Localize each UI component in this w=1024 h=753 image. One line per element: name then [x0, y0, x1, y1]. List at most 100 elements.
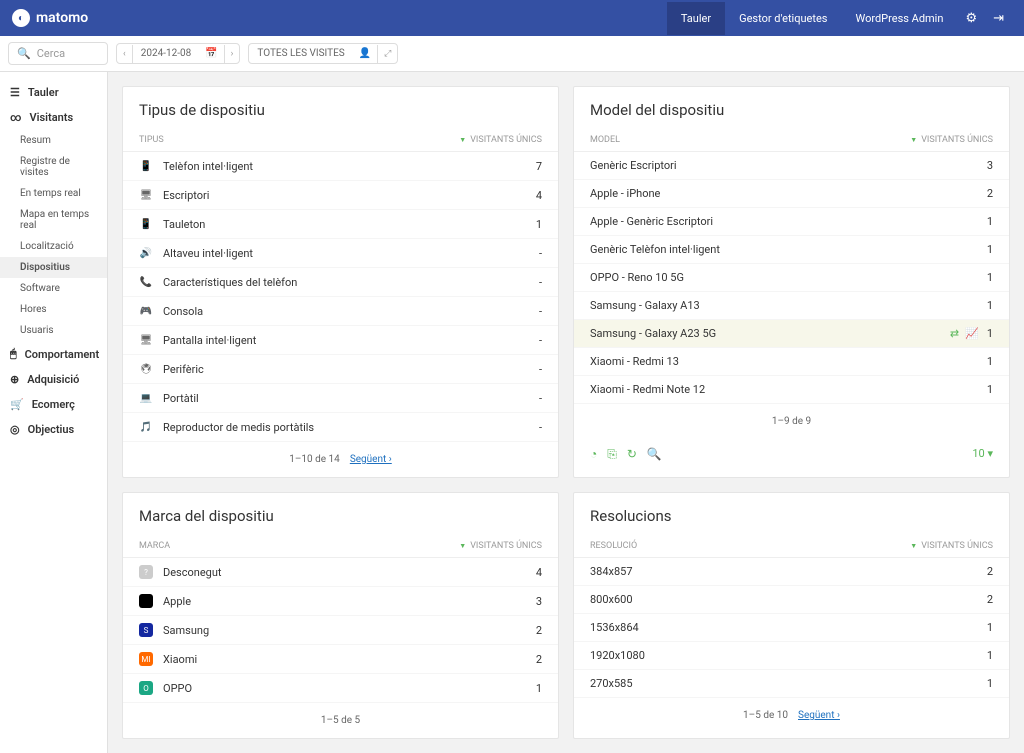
logout-icon[interactable]: ⇥	[985, 5, 1012, 32]
row-value: 2	[987, 187, 993, 200]
table-row[interactable]: 270x5851	[574, 670, 1009, 698]
sort-icon[interactable]: ▼	[910, 136, 917, 144]
row-label: Genèric Escriptori	[590, 159, 677, 172]
chart-icon[interactable]: ◔	[590, 447, 597, 462]
row-label: Apple - Genèric Escriptori	[590, 215, 713, 228]
date-next-icon[interactable]: ›	[224, 45, 240, 63]
segment-expand-icon[interactable]: ⤢	[377, 45, 397, 63]
row-value: 1	[987, 383, 993, 396]
table-row[interactable]: 📱Telèfon intel·ligent7	[123, 152, 558, 181]
table-row[interactable]: Xiaomi - Redmi 131	[574, 348, 1009, 376]
metric-header[interactable]: VISITANTS ÚNICS	[470, 541, 542, 551]
card-marca: Marca del dispositiu MARCA ▼VISITANTS ÚN…	[122, 492, 559, 739]
table-row[interactable]: 🖥Pantalla intel·ligent-	[123, 326, 558, 355]
sidebar-comportament[interactable]: 🖱Comportament	[0, 341, 107, 367]
segment-value[interactable]: TOTES LES VISITES	[249, 44, 352, 63]
search-placeholder: Cerca	[37, 47, 65, 60]
row-label: Reproductor de medis portàtils	[163, 421, 314, 434]
date-selector[interactable]: ‹ 2024-12-08 📅 ›	[116, 43, 240, 64]
pager-range: 1–5 de 10	[743, 710, 788, 721]
sidebar-resum[interactable]: Resum	[0, 130, 107, 151]
row-value: -	[539, 334, 542, 347]
search-icon[interactable]: 🔍	[647, 447, 662, 462]
sidebar-local[interactable]: Localització	[0, 236, 107, 257]
sidebar-mapa[interactable]: Mapa en temps real	[0, 204, 107, 236]
row-label: Característiques del telèfon	[163, 276, 297, 289]
table-row[interactable]: Genèric Escriptori3	[574, 152, 1009, 180]
nav-wp[interactable]: WordPress Admin	[841, 2, 957, 35]
sidebar-tauler[interactable]: ☰Tauler	[0, 80, 107, 105]
table-row[interactable]: OPPO - Reno 10 5G1	[574, 264, 1009, 292]
date-prev-icon[interactable]: ‹	[117, 45, 133, 63]
table-row[interactable]: 800x6002	[574, 586, 1009, 614]
nav-tauler[interactable]: Tauler	[667, 2, 725, 35]
row-limit[interactable]: 10 ▾	[972, 447, 993, 462]
sidebar-objectius[interactable]: ◎Objectius	[0, 417, 107, 442]
table-row[interactable]: 1920x10801	[574, 642, 1009, 670]
card-title: Resolucions	[574, 493, 1009, 535]
row-label: Apple	[163, 595, 191, 608]
sidebar-registre[interactable]: Registre de visites	[0, 151, 107, 183]
pager-next[interactable]: Següent ›	[798, 710, 840, 721]
segment-selector[interactable]: TOTES LES VISITES 👤 ⤢	[248, 43, 398, 64]
sidebar-software[interactable]: Software	[0, 278, 107, 299]
sort-icon[interactable]: ▼	[910, 542, 917, 550]
nav-gestor[interactable]: Gestor d'etiquetes	[725, 2, 841, 35]
evolution-icon[interactable]: 📈	[965, 327, 979, 340]
table-row[interactable]: 🎮Consola-	[123, 297, 558, 326]
sort-icon[interactable]: ▼	[459, 542, 466, 550]
refresh-icon[interactable]: ↻	[627, 447, 637, 462]
row-label: Xiaomi	[163, 653, 197, 666]
pager-range: 1–10 de 14	[289, 454, 340, 465]
table-row[interactable]: 📞Característiques del telèfon-	[123, 268, 558, 297]
metric-header[interactable]: VISITANTS ÚNICS	[470, 135, 542, 145]
pager-range: 1–9 de 9	[772, 416, 811, 427]
row-label: Altaveu intel·ligent	[163, 247, 253, 260]
row-label: Apple - iPhone	[590, 187, 660, 200]
sidebar-adquisicio[interactable]: ⊕Adquisició	[0, 367, 107, 392]
pager-next[interactable]: Següent ›	[350, 454, 392, 465]
sidebar-usuaris[interactable]: Usuaris	[0, 320, 107, 341]
sidebar-dispositius[interactable]: Dispositius	[0, 257, 107, 278]
table-row[interactable]: OOPPO1	[123, 674, 558, 703]
sidebar-hores[interactable]: Hores	[0, 299, 107, 320]
row-label: Tauleton	[163, 218, 205, 231]
table-row[interactable]: 1536x8641	[574, 614, 1009, 642]
table-row[interactable]: 384x8572	[574, 558, 1009, 586]
row-label: 1920x1080	[590, 649, 645, 662]
table-row[interactable]: SSamsung2	[123, 616, 558, 645]
table-row[interactable]: 🖥Escriptori4	[123, 181, 558, 210]
table-row[interactable]: ?Desconegut4	[123, 558, 558, 587]
device-icon: 📱	[139, 217, 153, 231]
card-resolucions: Resolucions RESOLUCIÓ ▼VISITANTS ÚNICS 3…	[573, 492, 1010, 739]
sidebar-temps-real[interactable]: En temps real	[0, 183, 107, 204]
table-row[interactable]: Apple - iPhone 2	[574, 180, 1009, 208]
date-value[interactable]: 2024-12-08	[133, 44, 200, 63]
metric-header[interactable]: VISITANTS ÚNICS	[921, 541, 993, 551]
sidebar-ecomerc[interactable]: 🛒Ecomerç	[0, 392, 107, 417]
table-row[interactable]: 📱Tauleton1	[123, 210, 558, 239]
row-value: 1	[987, 621, 993, 634]
sidebar-visitants[interactable]: ∞Visitants	[0, 105, 107, 130]
row-value: -	[539, 276, 542, 289]
table-row[interactable]: Xiaomi - Redmi Note 121	[574, 376, 1009, 404]
table-row[interactable]: Apple3	[123, 587, 558, 616]
table-row[interactable]: Samsung - Galaxy A131	[574, 292, 1009, 320]
export-icon[interactable]: ⎘	[607, 447, 617, 462]
metric-header[interactable]: VISITANTS ÚNICS	[921, 135, 993, 145]
gear-icon[interactable]: ⚙	[957, 5, 985, 32]
table-row[interactable]: 🎵Reproductor de medis portàtils-	[123, 413, 558, 442]
transition-icon[interactable]: ⇄	[950, 327, 959, 340]
table-row[interactable]: Genèric Telèfon intel·ligent1	[574, 236, 1009, 264]
pager-marca: 1–5 de 5	[123, 703, 558, 738]
brand-icon: S	[139, 623, 153, 637]
table-row[interactable]: 🔊Altaveu intel·ligent-	[123, 239, 558, 268]
row-label: Telèfon intel·ligent	[163, 160, 253, 173]
table-row[interactable]: 🖲Perifèric-	[123, 355, 558, 384]
table-row[interactable]: Apple - Genèric Escriptori1	[574, 208, 1009, 236]
sort-icon[interactable]: ▼	[459, 136, 466, 144]
table-row[interactable]: Samsung - Galaxy A23 5G⇄📈1	[574, 320, 1009, 348]
table-row[interactable]: 💻Portàtil-	[123, 384, 558, 413]
table-row[interactable]: MIXiaomi2	[123, 645, 558, 674]
search-input[interactable]: 🔍 Cerca	[8, 42, 108, 65]
